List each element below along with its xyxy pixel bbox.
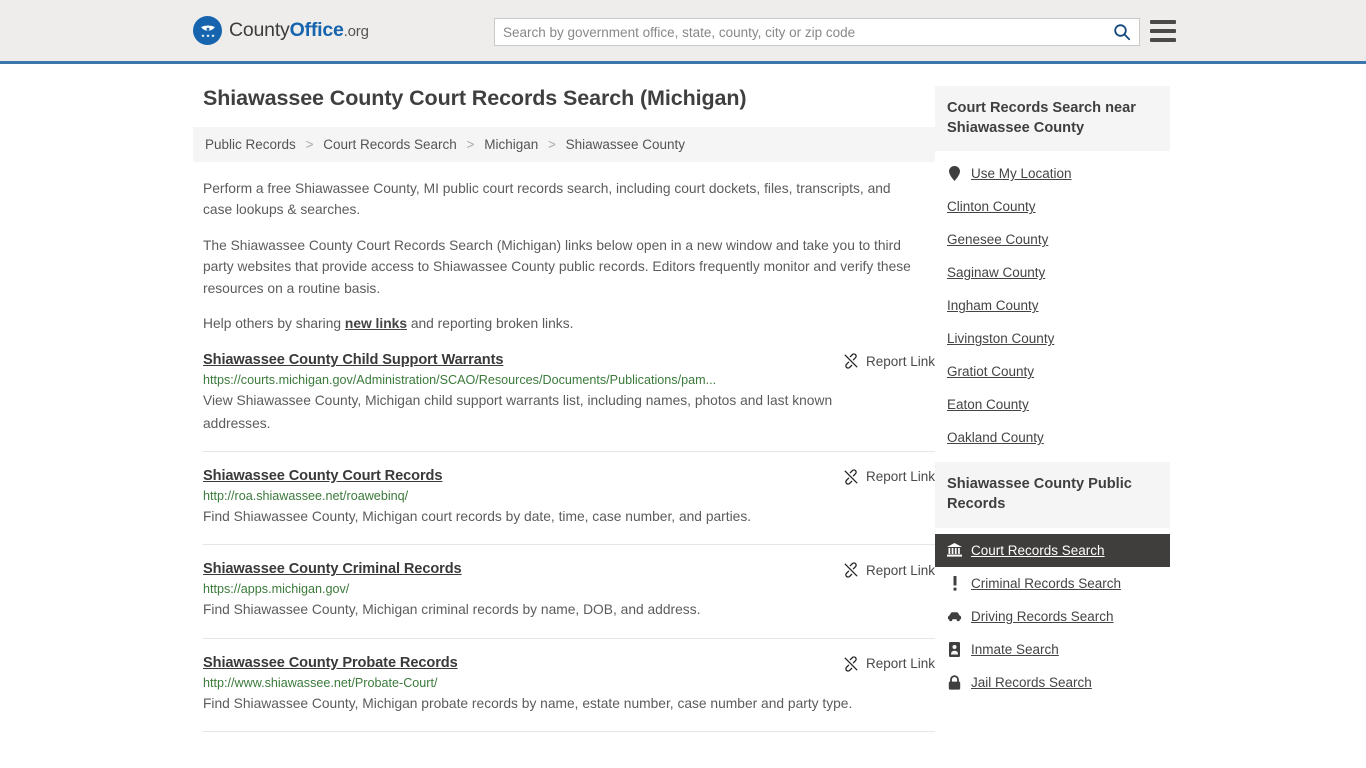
report-link-label: Report Link	[865, 562, 935, 578]
breadcrumb-item-court-records-search[interactable]: Court Records Search	[323, 137, 457, 152]
result-header: Shiawassee County Child Support Warrants…	[203, 352, 935, 369]
result-title-link[interactable]: Shiawassee County Probate Records	[203, 655, 458, 671]
nearby-search-body: Use My Location Clinton County Genesee C…	[935, 151, 1170, 454]
broken-link-icon	[843, 353, 859, 369]
hamburger-bar-1	[1150, 20, 1176, 24]
result-item: Shiawassee County Probate Records Report…	[203, 655, 935, 732]
report-link-button[interactable]: Report Link	[843, 655, 935, 672]
report-link-label: Report Link	[865, 353, 935, 369]
page-title: Shiawassee County Court Records Search (…	[203, 86, 747, 110]
nearby-county-oakland[interactable]: Oakland County	[935, 421, 1170, 454]
result-url[interactable]: https://apps.michigan.gov/	[203, 582, 935, 596]
nearby-county-genesee[interactable]: Genesee County	[935, 223, 1170, 256]
search-bar	[494, 18, 1140, 46]
result-header: Shiawassee County Court Records Report L…	[203, 468, 935, 485]
hamburger-bar-3	[1150, 38, 1176, 42]
result-item: Shiawassee County Court Records Report L…	[203, 468, 935, 546]
site-logo-text: CountyOffice.org	[229, 19, 369, 42]
search-button[interactable]	[1105, 19, 1139, 45]
use-my-location-button[interactable]: Use My Location	[935, 157, 1170, 190]
car-icon	[947, 611, 962, 622]
logo-text-org: .org	[343, 23, 369, 40]
eagle-seal-icon	[193, 16, 222, 45]
result-title-link[interactable]: Shiawassee County Criminal Records	[203, 561, 462, 577]
result-description: View Shiawassee County, Michigan child s…	[203, 393, 833, 431]
id-card-icon	[947, 641, 962, 657]
result-description: Find Shiawassee County, Michigan crimina…	[203, 602, 701, 618]
sidebar-item-label: Criminal Records Search	[971, 575, 1122, 591]
report-link-button[interactable]: Report Link	[843, 352, 935, 369]
lock-icon	[947, 674, 962, 690]
content-container: Shiawassee County Court Records Search (…	[193, 86, 1173, 748]
result-item: Shiawassee County Child Support Warrants…	[203, 352, 935, 452]
page-body: Shiawassee County Court Records Search (…	[0, 64, 1366, 748]
logo-text-county: County	[229, 19, 290, 41]
site-logo[interactable]: CountyOffice.org	[193, 16, 369, 45]
sidebar-item-driving-records-search[interactable]: Driving Records Search	[935, 600, 1170, 633]
result-item: Shiawassee County Criminal Records Repor…	[203, 561, 935, 639]
sidebar-item-label: Driving Records Search	[971, 608, 1114, 624]
share-text-post: and reporting broken links.	[407, 315, 574, 331]
broken-link-icon	[843, 656, 859, 672]
results-list: Shiawassee County Child Support Warrants…	[203, 352, 935, 732]
report-link-label: Report Link	[865, 469, 935, 485]
breadcrumb-separator: >	[305, 137, 314, 152]
breadcrumb-item-public-records[interactable]: Public Records	[205, 137, 296, 152]
result-url[interactable]: https://courts.michigan.gov/Administrati…	[203, 373, 935, 387]
broken-link-icon	[843, 562, 859, 578]
search-icon	[1113, 23, 1131, 41]
nearby-county-livingston[interactable]: Livingston County	[935, 322, 1170, 355]
nearby-search-heading: Court Records Search near Shiawassee Cou…	[935, 86, 1170, 152]
sidebar-item-label: Court Records Search	[971, 542, 1105, 558]
nearby-search-panel: Court Records Search near Shiawassee Cou…	[935, 86, 1170, 454]
logo-text-office: Office	[289, 19, 344, 41]
search-input[interactable]	[495, 19, 1105, 45]
broken-link-icon	[843, 469, 859, 485]
result-title-link[interactable]: Shiawassee County Court Records	[203, 468, 442, 484]
sidebar-item-criminal-records-search[interactable]: Criminal Records Search	[935, 567, 1170, 600]
sidebar-item-jail-records-search[interactable]: Jail Records Search	[935, 666, 1170, 699]
result-description: Find Shiawassee County, Michigan court r…	[203, 508, 752, 524]
sidebar-item-inmate-search[interactable]: Inmate Search	[935, 633, 1170, 666]
breadcrumb: Public Records > Court Records Search > …	[193, 127, 935, 162]
sidebar-item-label: Jail Records Search	[971, 674, 1092, 690]
site-header: CountyOffice.org	[0, 0, 1366, 64]
nearby-county-ingham[interactable]: Ingham County	[935, 289, 1170, 322]
result-header: Shiawassee County Probate Records Report…	[203, 655, 935, 672]
hamburger-menu-icon[interactable]	[1150, 20, 1176, 42]
result-url[interactable]: http://www.shiawassee.net/Probate-Court/	[203, 676, 935, 690]
intro-paragraph-1: Perform a free Shiawassee County, MI pub…	[203, 181, 891, 218]
breadcrumb-item-shiawassee-county: Shiawassee County	[565, 137, 685, 152]
main-column: Shiawassee County Court Records Search (…	[193, 86, 935, 748]
courthouse-icon	[947, 543, 962, 557]
exclamation-icon	[947, 575, 962, 591]
result-title-link[interactable]: Shiawassee County Child Support Warrants	[203, 352, 503, 368]
report-link-button[interactable]: Report Link	[843, 561, 935, 578]
sidebar-item-label: Inmate Search	[971, 641, 1059, 657]
new-links-link[interactable]: new links	[345, 316, 407, 331]
sidebar: Court Records Search near Shiawassee Cou…	[935, 86, 1170, 748]
result-header: Shiawassee County Criminal Records Repor…	[203, 561, 935, 578]
map-pin-icon	[947, 166, 962, 182]
report-link-label: Report Link	[865, 656, 935, 672]
use-my-location-label: Use My Location	[971, 166, 1072, 182]
report-link-button[interactable]: Report Link	[843, 468, 935, 485]
public-records-body: Court Records Search Criminal Records Se…	[935, 528, 1170, 699]
sidebar-item-court-records-search[interactable]: Court Records Search	[935, 533, 1170, 567]
public-records-panel: Shiawassee County Public Records Court R…	[935, 462, 1170, 698]
share-text-pre: Help others by sharing	[203, 315, 345, 331]
hamburger-bar-2	[1150, 29, 1176, 33]
nearby-county-saginaw[interactable]: Saginaw County	[935, 256, 1170, 289]
nearby-county-clinton[interactable]: Clinton County	[935, 190, 1170, 223]
intro-paragraph-2: The Shiawassee County Court Records Sear…	[203, 237, 911, 296]
public-records-heading: Shiawassee County Public Records	[935, 462, 1170, 528]
result-url[interactable]: http://roa.shiawassee.net/roawebinq/	[203, 489, 935, 503]
breadcrumb-separator: >	[548, 137, 556, 152]
result-description: Find Shiawassee County, Michigan probate…	[203, 695, 853, 711]
nearby-county-gratiot[interactable]: Gratiot County	[935, 355, 1170, 388]
intro-paragraph-3: Help others by sharing new links and rep…	[203, 313, 918, 334]
breadcrumb-separator: >	[466, 137, 475, 152]
breadcrumb-item-michigan[interactable]: Michigan	[484, 137, 538, 152]
nearby-county-eaton[interactable]: Eaton County	[935, 388, 1170, 421]
